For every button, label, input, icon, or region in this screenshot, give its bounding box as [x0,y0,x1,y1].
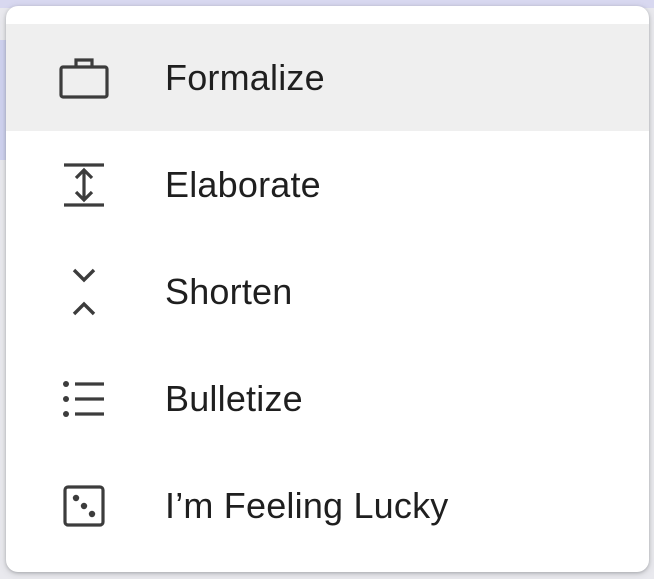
menu-item-label: I’m Feeling Lucky [165,484,449,526]
bulleted-list-icon [56,371,112,427]
expand-vertical-icon [56,157,112,213]
menu-item-label: Shorten [165,270,293,312]
menu-item-bulletize[interactable]: Bulletize [6,345,649,452]
menu-item-label: Bulletize [165,377,303,419]
menu-item-elaborate[interactable]: Elaborate [6,131,649,238]
menu-item-label: Elaborate [165,163,321,205]
collapse-vertical-icon [56,264,112,320]
menu-item-shorten[interactable]: Shorten [6,238,649,345]
menu-item-formalize[interactable]: Formalize [6,24,649,131]
menu-item-label: Formalize [165,56,325,98]
dice-icon [56,478,112,534]
briefcase-icon [56,50,112,106]
rewrite-options-menu: Formalize Elaborate Shorten Bulletize I’… [6,6,649,572]
menu-item-feeling-lucky[interactable]: I’m Feeling Lucky [6,452,649,559]
